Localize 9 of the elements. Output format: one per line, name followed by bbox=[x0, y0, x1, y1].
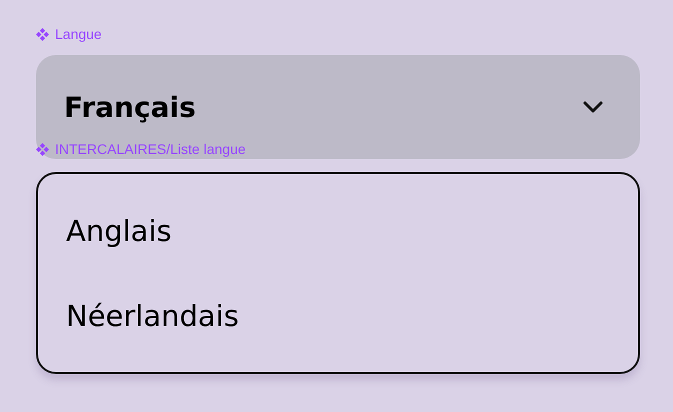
chevron-icon bbox=[583, 101, 603, 113]
language-option[interactable]: Néerlandais bbox=[66, 298, 610, 332]
language-option[interactable]: Anglais bbox=[66, 214, 610, 248]
language-select[interactable]: Français INTERCALAIRES/Liste langue bbox=[36, 55, 640, 159]
component-icon bbox=[36, 28, 49, 40]
selected-value: Français bbox=[64, 90, 196, 124]
component-label: INTERCALAIRES/Liste langue bbox=[55, 141, 246, 157]
component-label: Langue bbox=[55, 26, 102, 42]
component-icon bbox=[36, 142, 49, 156]
